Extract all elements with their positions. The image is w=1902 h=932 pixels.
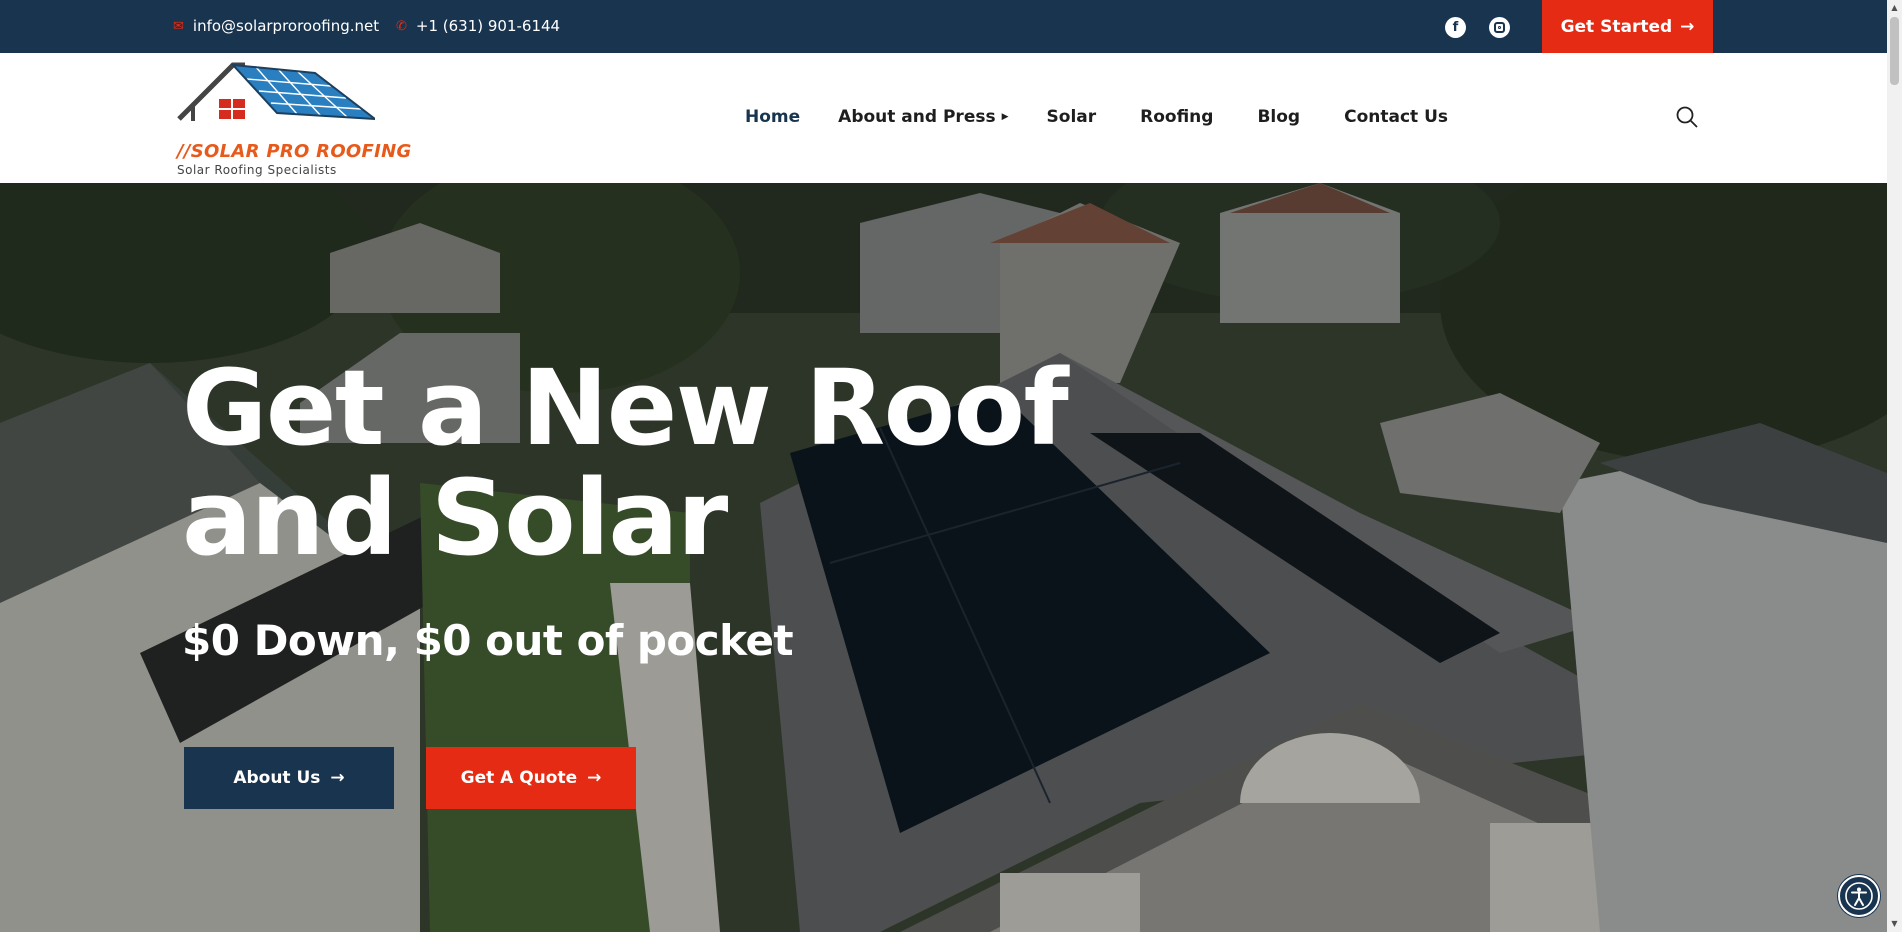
brand-tagline: Solar Roofing Specialists xyxy=(177,163,337,177)
page-scrollbar[interactable]: ▲ ▼ xyxy=(1887,0,1902,932)
accessibility-icon[interactable] xyxy=(1838,875,1880,917)
phone-link[interactable]: ✆ +1 (631) 901-6144 xyxy=(396,17,560,35)
nav-label: Contact Us xyxy=(1344,107,1448,127)
hero-section: Get a New Roof and Solar $0 Down, $0 out… xyxy=(0,183,1887,932)
site-header: //SOLAR PRO ROOFING Solar Roofing Specia… xyxy=(0,53,1887,183)
hero-subheadline: $0 Down, $0 out of pocket xyxy=(182,616,794,665)
scroll-thumb[interactable] xyxy=(1890,17,1899,85)
nav-item-blog[interactable]: Blog xyxy=(1257,107,1300,127)
nav-item-contact-us[interactable]: Contact Us xyxy=(1344,107,1448,127)
email-link[interactable]: ✉ info@solarproroofing.net xyxy=(173,17,379,35)
nav-label: Solar xyxy=(1046,107,1097,127)
scroll-down-arrow-icon[interactable]: ▼ xyxy=(1890,919,1899,929)
caret-right-icon: ▶ xyxy=(1001,112,1009,122)
arrow-right-icon: → xyxy=(1680,16,1695,37)
instagram-icon[interactable] xyxy=(1489,17,1510,38)
nav-label: Roofing xyxy=(1140,107,1214,127)
about-us-label: About Us xyxy=(233,768,321,788)
get-a-quote-label: Get A Quote xyxy=(460,768,578,788)
main-nav: Home About and Press ▶ Solar Roofing Blo… xyxy=(745,107,1448,127)
headline-line-1: Get a New Roof xyxy=(182,347,1069,469)
top-bar: ✉ info@solarproroofing.net ✆ +1 (631) 90… xyxy=(0,0,1887,53)
site-logo[interactable]: //SOLAR PRO ROOFING Solar Roofing Specia… xyxy=(175,61,411,181)
nav-item-solar[interactable]: Solar xyxy=(1047,107,1097,127)
nav-label: Blog xyxy=(1257,107,1301,127)
arrow-right-icon: → xyxy=(330,768,345,788)
envelope-icon: ✉ xyxy=(173,18,184,34)
nav-item-roofing[interactable]: Roofing xyxy=(1140,107,1213,127)
nav-label: About and Press xyxy=(838,107,996,127)
nav-label: Home xyxy=(745,107,801,127)
house-solar-logo-icon xyxy=(177,62,375,121)
phone-icon: ✆ xyxy=(396,18,407,34)
about-us-button[interactable]: About Us → xyxy=(184,747,394,809)
get-started-label: Get Started xyxy=(1560,16,1673,37)
hero-headline: Get a New Roof and Solar xyxy=(182,353,1069,573)
get-started-button[interactable]: Get Started → xyxy=(1542,0,1713,53)
phone-text: +1 (631) 901-6144 xyxy=(415,17,561,35)
facebook-icon[interactable]: f xyxy=(1445,17,1466,38)
email-text: info@solarproroofing.net xyxy=(192,17,380,35)
nav-item-about-and-press[interactable]: About and Press ▶ xyxy=(838,107,1008,127)
get-a-quote-button[interactable]: Get A Quote → xyxy=(426,747,636,809)
brand-name: //SOLAR PRO ROOFING xyxy=(177,141,412,162)
search-icon[interactable] xyxy=(1676,106,1698,128)
arrow-right-icon: → xyxy=(587,768,602,788)
scroll-up-arrow-icon[interactable]: ▲ xyxy=(1890,3,1899,13)
headline-line-2: and Solar xyxy=(182,457,728,579)
nav-item-home[interactable]: Home xyxy=(745,107,800,127)
